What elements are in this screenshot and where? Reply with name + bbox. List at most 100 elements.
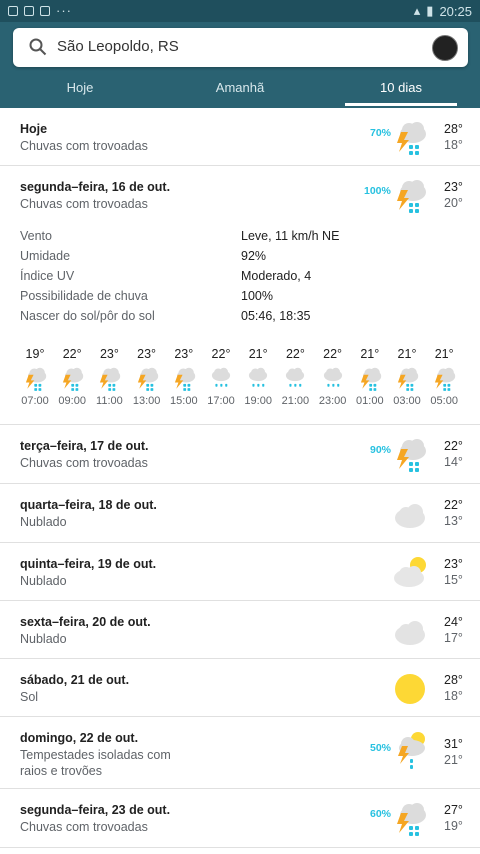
- list-item-day[interactable]: quarta–feira, 18 de out. Nublado 22° 13°: [0, 484, 480, 543]
- detail-label-humidity: Umidade: [20, 249, 71, 263]
- hourly-time: 23:00: [318, 395, 347, 407]
- high-temp: 31°: [444, 737, 463, 751]
- day-label: quinta–feira, 19 de out.: [20, 557, 157, 571]
- day-label: terça–feira, 17 de out.: [20, 439, 149, 453]
- high-temp: 22°: [444, 439, 463, 453]
- list-item-expanded[interactable]: segunda–feira, 16 de out. Chuvas com tro…: [0, 166, 480, 425]
- precip-chance: 100%: [364, 185, 391, 197]
- hourly-temp: 22°: [285, 347, 305, 361]
- hourly-time: 01:00: [356, 395, 384, 407]
- low-temp: 21°: [444, 753, 463, 767]
- day-label: segunda–feira, 23 de out.: [20, 803, 171, 817]
- high-temp: 23°: [444, 557, 463, 571]
- signal-icon: ▴: [413, 3, 421, 18]
- notification-icon: [24, 5, 34, 16]
- hourly-item: 21° 01:00: [352, 347, 388, 407]
- hourly-item: 23° 11:00: [91, 347, 127, 407]
- condition-label: Nublado: [20, 574, 67, 588]
- sun-storm-icon: [398, 732, 425, 769]
- detail-label-precip: Possibilidade de chuva: [20, 289, 148, 303]
- hourly-item: 19° 07:00: [17, 347, 53, 407]
- storm-icon: [100, 367, 121, 391]
- hourly-time: 15:00: [170, 395, 198, 407]
- storm-icon: [397, 439, 426, 472]
- list-item-day[interactable]: domingo, 22 de out. Tempestades isoladas…: [0, 717, 480, 789]
- app-header: São Leopoldo, RS Hoje Amanhã 10 dias: [0, 22, 480, 108]
- storm-icon: [63, 367, 84, 391]
- condition-label: Chuvas com trovoadas: [20, 197, 148, 211]
- high-temp: 28°: [444, 673, 463, 687]
- precip-chance: 50%: [370, 742, 392, 754]
- list-item-today[interactable]: Hoje Chuvas com trovoadas 70% 28° 18°: [0, 108, 480, 166]
- search-box[interactable]: São Leopoldo, RS: [13, 28, 468, 67]
- tab-today[interactable]: Hoje: [20, 80, 140, 95]
- low-temp: 17°: [444, 631, 463, 645]
- list-item-day[interactable]: sexta–feira, 20 de out. Nublado 24° 17°: [0, 601, 480, 659]
- storm-icon: [397, 122, 426, 155]
- hourly-temp: 23°: [99, 347, 119, 361]
- partly-cloudy-icon: [394, 557, 426, 587]
- hourly-temp: 21°: [360, 347, 380, 361]
- hourly-temp: 21°: [248, 347, 268, 361]
- condition-label: Chuvas com trovoadas: [20, 456, 148, 470]
- hourly-temp: 23°: [137, 347, 157, 361]
- tab-indicator: [345, 103, 457, 106]
- hourly-item: 23° 13:00: [129, 347, 165, 407]
- precip-chance: 60%: [370, 808, 392, 820]
- status-time: 20:25: [439, 3, 472, 19]
- condition-label: Nublado: [20, 632, 67, 646]
- detail-label-wind: Vento: [20, 229, 52, 243]
- list-item-day[interactable]: sábado, 21 de out. Sol 28° 18°: [0, 659, 480, 717]
- detail-value-wind: Leve, 11 km/h NE: [241, 229, 340, 243]
- storm-icon: [435, 367, 456, 391]
- detail-label-sun: Nascer do sol/pôr do sol: [20, 309, 155, 323]
- hourly-temp: 22°: [323, 347, 343, 361]
- storm-icon: [397, 180, 426, 213]
- low-temp: 18°: [444, 138, 463, 152]
- hourly-item: 22° 23:00: [315, 347, 351, 407]
- condition-label: Nublado: [20, 515, 67, 529]
- hourly-item: 22° 21:00: [277, 347, 313, 407]
- list-item-day[interactable]: terça–feira, 17 de out. Chuvas com trovo…: [0, 425, 480, 484]
- notification-icon: [40, 5, 50, 16]
- rain-icon: [323, 367, 342, 387]
- day-label: Hoje: [20, 122, 48, 136]
- high-temp: 24°: [444, 615, 463, 629]
- hourly-time: 05:00: [430, 395, 458, 407]
- avatar[interactable]: [432, 35, 458, 61]
- search-icon[interactable]: [29, 38, 47, 56]
- hourly-time: 07:00: [21, 395, 49, 407]
- list-item-day[interactable]: segunda–feira, 23 de out. Chuvas com tro…: [0, 789, 480, 848]
- low-temp: 18°: [444, 689, 463, 703]
- more-notifications: ···: [56, 3, 72, 18]
- detail-value-uv: Moderado, 4: [241, 269, 312, 283]
- storm-icon: [397, 367, 419, 391]
- notification-icon: [8, 5, 18, 16]
- condition-label: Chuvas com trovoadas: [20, 820, 148, 834]
- tab-tomorrow[interactable]: Amanhã: [180, 80, 300, 95]
- hourly-time: 19:00: [244, 395, 272, 407]
- hourly-temp: 21°: [397, 347, 417, 361]
- detail-label-uv: Índice UV: [20, 269, 75, 283]
- high-temp: 28°: [444, 122, 463, 136]
- hourly-time: 11:00: [96, 395, 123, 407]
- list-item-day[interactable]: quinta–feira, 19 de out. Nublado 23° 15°: [0, 543, 480, 601]
- hourly-time: 17:00: [207, 395, 235, 407]
- high-temp: 27°: [444, 803, 463, 817]
- condition-label: Sol: [20, 690, 39, 704]
- detail-value-humidity: 92%: [241, 249, 267, 263]
- hourly-item: 22° 09:00: [54, 347, 90, 407]
- rain-icon: [286, 367, 305, 387]
- detail-value-sun: 05:46, 18:35: [241, 309, 311, 323]
- hourly-item: 21° 03:00: [389, 347, 425, 407]
- day-label: segunda–feira, 16 de out.: [20, 180, 171, 194]
- low-temp: 19°: [444, 819, 463, 833]
- search-location[interactable]: São Leopoldo, RS: [57, 38, 179, 55]
- tab-10-days[interactable]: 10 dias: [341, 80, 461, 95]
- storm-icon: [174, 367, 195, 391]
- low-temp: 20°: [444, 196, 463, 210]
- day-label: sexta–feira, 20 de out.: [20, 615, 151, 629]
- condition-label: Tempestades isoladas com raios e trovões: [20, 748, 171, 778]
- hourly-temp: 21°: [434, 347, 454, 361]
- hourly-item: 21° 05:00: [426, 347, 462, 407]
